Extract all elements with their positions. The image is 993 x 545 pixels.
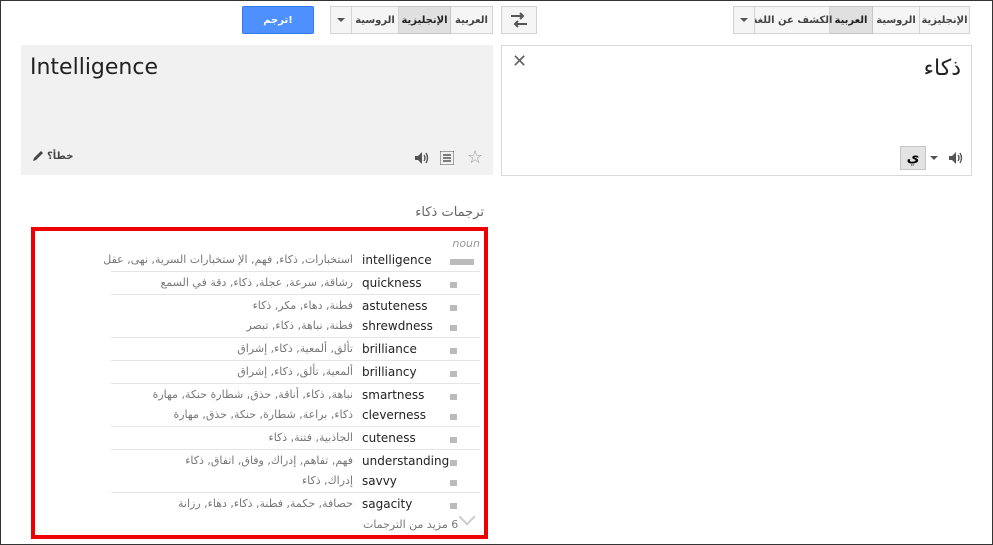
dict-term: quickness: [362, 276, 422, 290]
source-lang-english[interactable]: الإنجليزية: [919, 6, 970, 34]
dict-translations: حصافة, حكمة, فطنة, ذكاء, دهاء, رزانة: [178, 497, 353, 510]
dict-translations: استخبارات, ذكاء, فهم, الإ ستخبارات السري…: [103, 253, 353, 266]
dict-term: cuteness: [362, 431, 416, 445]
translation-output-panel: Intelligence خطأ؟ ☆: [21, 45, 493, 175]
chevron-down-icon[interactable]: [458, 508, 476, 526]
row-divider: [111, 271, 480, 272]
dict-translations: إدراك, ذكاء: [301, 474, 353, 487]
dictionary-title: ترجمات ذكاء: [415, 205, 484, 220]
dict-translations: فطنة, نباهة, ذكاء, تبصر: [246, 319, 353, 332]
chevron-down-icon: [337, 18, 345, 22]
frequency-bar: [450, 259, 474, 265]
chevron-down-icon: [930, 156, 938, 160]
target-lang-arabic[interactable]: العربية: [450, 6, 493, 34]
translation-output-text: Intelligence: [30, 55, 159, 80]
frequency-bar: [450, 437, 457, 443]
source-lang-arabic[interactable]: العربية: [829, 6, 873, 34]
dict-translations: تألق, ألمعية, ذكاء, إشراق: [237, 342, 353, 355]
row-divider: [111, 337, 480, 338]
dict-term: brilliancy: [362, 365, 417, 379]
wrong-label: خطأ؟: [47, 150, 74, 162]
dict-term: sagacity: [362, 497, 413, 511]
target-lang-russian[interactable]: الروسية: [351, 6, 399, 34]
frequency-bar: [450, 394, 457, 400]
speaker-icon[interactable]: [948, 150, 964, 169]
dict-term: smartness: [362, 388, 425, 402]
dict-translations: نباهة, ذكاء, أناقة, حذق, شطارة حنكة, مها…: [152, 388, 353, 401]
close-icon[interactable]: ✕: [512, 51, 527, 72]
source-lang-russian[interactable]: الروسية: [872, 6, 920, 34]
dict-translations: رشاقة, سرعة, عجلة, ذكاء, دقة في السمع: [160, 276, 353, 289]
source-text-panel[interactable]: ✕ ذكاء ي: [501, 45, 972, 176]
frequency-bar: [450, 503, 457, 509]
target-lang-dropdown[interactable]: [330, 6, 352, 34]
dictionary-panel: noun intelligence استخبارات, ذكاء, فهم, …: [31, 227, 488, 539]
source-lang-detect[interactable]: الكشف عن اللغة: [752, 6, 832, 34]
source-text-input[interactable]: ذكاء: [924, 56, 961, 81]
frequency-bar: [450, 282, 457, 288]
frequency-bar: [450, 305, 457, 311]
chevron-down-icon: [740, 18, 748, 22]
dict-term: understanding: [362, 454, 450, 468]
swap-languages-button[interactable]: [501, 6, 537, 34]
speaker-icon[interactable]: [414, 150, 430, 169]
dict-term: shrewdness: [362, 319, 433, 333]
frequency-bar: [450, 460, 457, 466]
list-view-icon[interactable]: [439, 150, 455, 169]
row-divider: [111, 449, 480, 450]
frequency-bar: [450, 480, 457, 486]
part-of-speech: noun: [452, 237, 480, 250]
dict-translations: فطنة, دهاء, مكر, ذكاء: [252, 299, 353, 312]
dict-term: intelligence: [362, 253, 432, 267]
frequency-bar: [450, 414, 457, 420]
frequency-bar: [450, 325, 457, 331]
keyboard-dropdown[interactable]: [930, 156, 938, 160]
star-icon[interactable]: ☆: [467, 147, 483, 168]
row-divider: [111, 383, 480, 384]
source-lang-dropdown[interactable]: [733, 6, 755, 34]
dict-term: cleverness: [362, 408, 427, 422]
dict-term: brilliance: [362, 342, 417, 356]
keyboard-button[interactable]: ي: [900, 146, 926, 170]
pencil-icon: [33, 151, 43, 161]
row-divider: [111, 492, 480, 493]
more-translations-link[interactable]: 6 مزيد من الترجمات: [363, 518, 458, 531]
dict-translations: الجاذبية, فتنة, ذكاء: [268, 431, 353, 444]
target-lang-english[interactable]: الإنجليزية: [398, 6, 451, 34]
translate-button[interactable]: ترجم!: [242, 6, 314, 34]
dict-term: astuteness: [362, 299, 428, 313]
wrong-report-link[interactable]: خطأ؟: [31, 149, 74, 163]
row-divider: [111, 360, 480, 361]
dict-term: savvy: [362, 474, 397, 488]
dict-translations: فهم, تفاهم, إدراك, وفاق, اتفاق, ذكاء: [185, 454, 353, 467]
frequency-bar: [450, 371, 457, 377]
row-divider: [111, 294, 480, 295]
dict-translations: ذكاء, براعة, شطارة, حنكة, حذق, مهارة: [173, 408, 353, 421]
swap-icon: [511, 12, 527, 28]
frequency-bar: [450, 348, 457, 354]
dict-translations: ألمعية, تألق, ذكاء, إشراق: [237, 365, 353, 378]
row-divider: [111, 426, 480, 427]
